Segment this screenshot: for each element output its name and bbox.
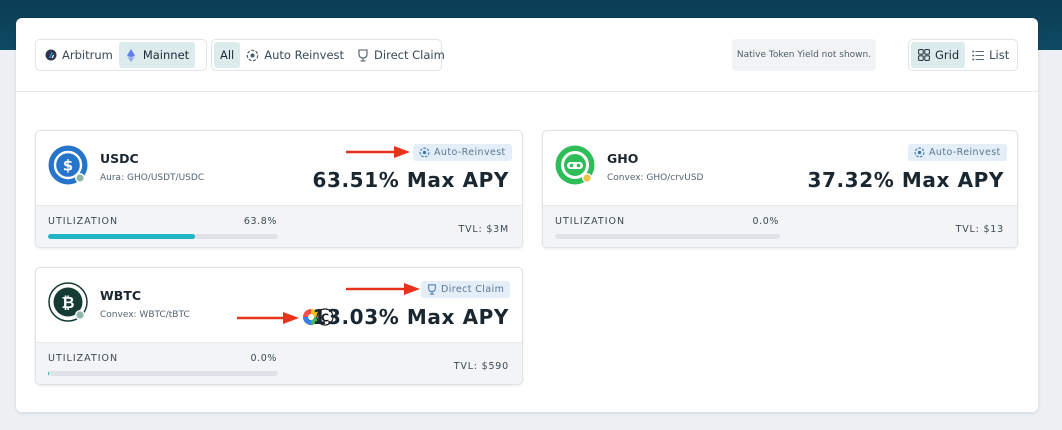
network-mainnet-button[interactable]: Mainnet xyxy=(118,42,196,68)
network-arbitrum-button[interactable]: Arbitrum xyxy=(38,42,119,68)
pool-name: Aura: GHO/USDT/USDC xyxy=(100,173,205,183)
list-icon xyxy=(971,49,984,62)
annotation-arrow-icon xyxy=(237,312,299,324)
token-name: WBTC xyxy=(100,288,142,303)
ethereum-logo-icon xyxy=(125,48,138,62)
view-grid-label: Grid xyxy=(935,48,960,62)
network-toggle: Arbitrum Mainnet xyxy=(35,39,207,71)
pool-name: Convex: GHO/crvUSD xyxy=(607,173,704,183)
annotation-arrow-icon xyxy=(346,283,420,295)
utilization-label: UTILIZATION xyxy=(555,216,626,227)
network-arbitrum-label: Arbitrum xyxy=(62,48,113,62)
arbitrum-logo-icon xyxy=(44,49,57,62)
filter-all-label: All xyxy=(220,48,235,62)
network-mainnet-label: Mainnet xyxy=(142,48,190,62)
tvl-value: TVL: $590 xyxy=(453,361,509,372)
reinvest-cycle-icon xyxy=(246,49,259,62)
filter-direct-claim-button[interactable]: Direct Claim xyxy=(350,42,451,68)
utilization-value: 63.8% xyxy=(243,216,277,227)
token-name: USDC xyxy=(100,151,139,166)
utilization-bar xyxy=(48,234,278,239)
utilization-footer: UTILIZATION 0.0% TVL: $13 xyxy=(543,205,1017,247)
pool-name: Convex: WBTC/tBTC xyxy=(100,310,190,320)
max-apy: 63.51% Max APY xyxy=(312,168,509,192)
reinvest-cycle-icon xyxy=(914,147,925,158)
wbtc-token-icon: ₿ xyxy=(48,282,88,322)
claim-cup-icon xyxy=(356,48,369,62)
vault-card-gho[interactable]: GHO Convex: GHO/crvUSD Auto-Reinvest 37.… xyxy=(542,130,1018,248)
utilization-footer: UTILIZATION 63.8% TVL: $3M xyxy=(36,205,522,247)
claim-cup-icon xyxy=(428,284,436,295)
utilization-bar xyxy=(48,371,278,376)
vault-card-usdc[interactable]: $ USDC Aura: GHO/USDT/USDC Auto-Reinvest… xyxy=(35,130,523,248)
utilization-bar-fill xyxy=(48,371,50,376)
max-apy: 13.03% Max APY xyxy=(312,305,509,329)
utilization-label: UTILIZATION xyxy=(48,216,119,227)
claim-type-filter: All Auto Reinvest Direct Claim xyxy=(211,39,445,71)
view-list-button[interactable]: List xyxy=(965,42,1015,68)
direct-claim-badge: Direct Claim xyxy=(421,281,511,298)
filter-auto-reinvest-button[interactable]: Auto Reinvest xyxy=(240,42,350,68)
auto-reinvest-badge: Auto-Reinvest xyxy=(413,144,512,161)
utilization-label: UTILIZATION xyxy=(48,353,119,364)
annotation-arrow-icon xyxy=(346,146,410,158)
vault-card-wbtc[interactable]: ₿ WBTC Convex: WBTC/tBTC Direct Claim C … xyxy=(35,267,523,385)
tvl-value: TVL: $3M xyxy=(458,224,509,235)
reinvest-cycle-icon xyxy=(419,147,430,158)
svg-text:₿: ₿ xyxy=(61,293,74,312)
view-toggle: Grid List xyxy=(908,39,1018,71)
vaults-panel: Arbitrum Mainnet All Auto Reinvest Direc… xyxy=(16,18,1038,412)
utilization-bar-fill xyxy=(48,234,195,239)
filter-auto-reinvest-label: Auto Reinvest xyxy=(264,48,345,62)
token-name: GHO xyxy=(607,151,639,166)
badge-label: Direct Claim xyxy=(441,284,505,295)
badge-label: Auto-Reinvest xyxy=(434,147,506,158)
view-list-label: List xyxy=(989,48,1010,62)
svg-text:$: $ xyxy=(63,157,73,175)
grid-icon xyxy=(917,49,930,62)
tvl-value: TVL: $13 xyxy=(955,224,1004,235)
usdc-token-icon: $ xyxy=(48,145,88,185)
utilization-bar xyxy=(555,234,780,239)
auto-reinvest-badge: Auto-Reinvest xyxy=(908,144,1007,161)
filter-all-button[interactable]: All xyxy=(214,42,241,68)
badge-label: Auto-Reinvest xyxy=(929,147,1001,158)
gho-token-icon xyxy=(555,145,595,185)
view-grid-button[interactable]: Grid xyxy=(911,42,966,68)
utilization-footer: UTILIZATION 0.0% TVL: $590 xyxy=(36,342,522,384)
utilization-value: 0.0% xyxy=(752,216,779,227)
native-yield-notice: Native Token Yield not shown. xyxy=(732,39,876,71)
filter-direct-claim-label: Direct Claim xyxy=(374,48,445,62)
toolbar: Arbitrum Mainnet All Auto Reinvest Direc… xyxy=(16,18,1038,92)
utilization-value: 0.0% xyxy=(250,353,277,364)
max-apy: 37.32% Max APY xyxy=(807,168,1004,192)
